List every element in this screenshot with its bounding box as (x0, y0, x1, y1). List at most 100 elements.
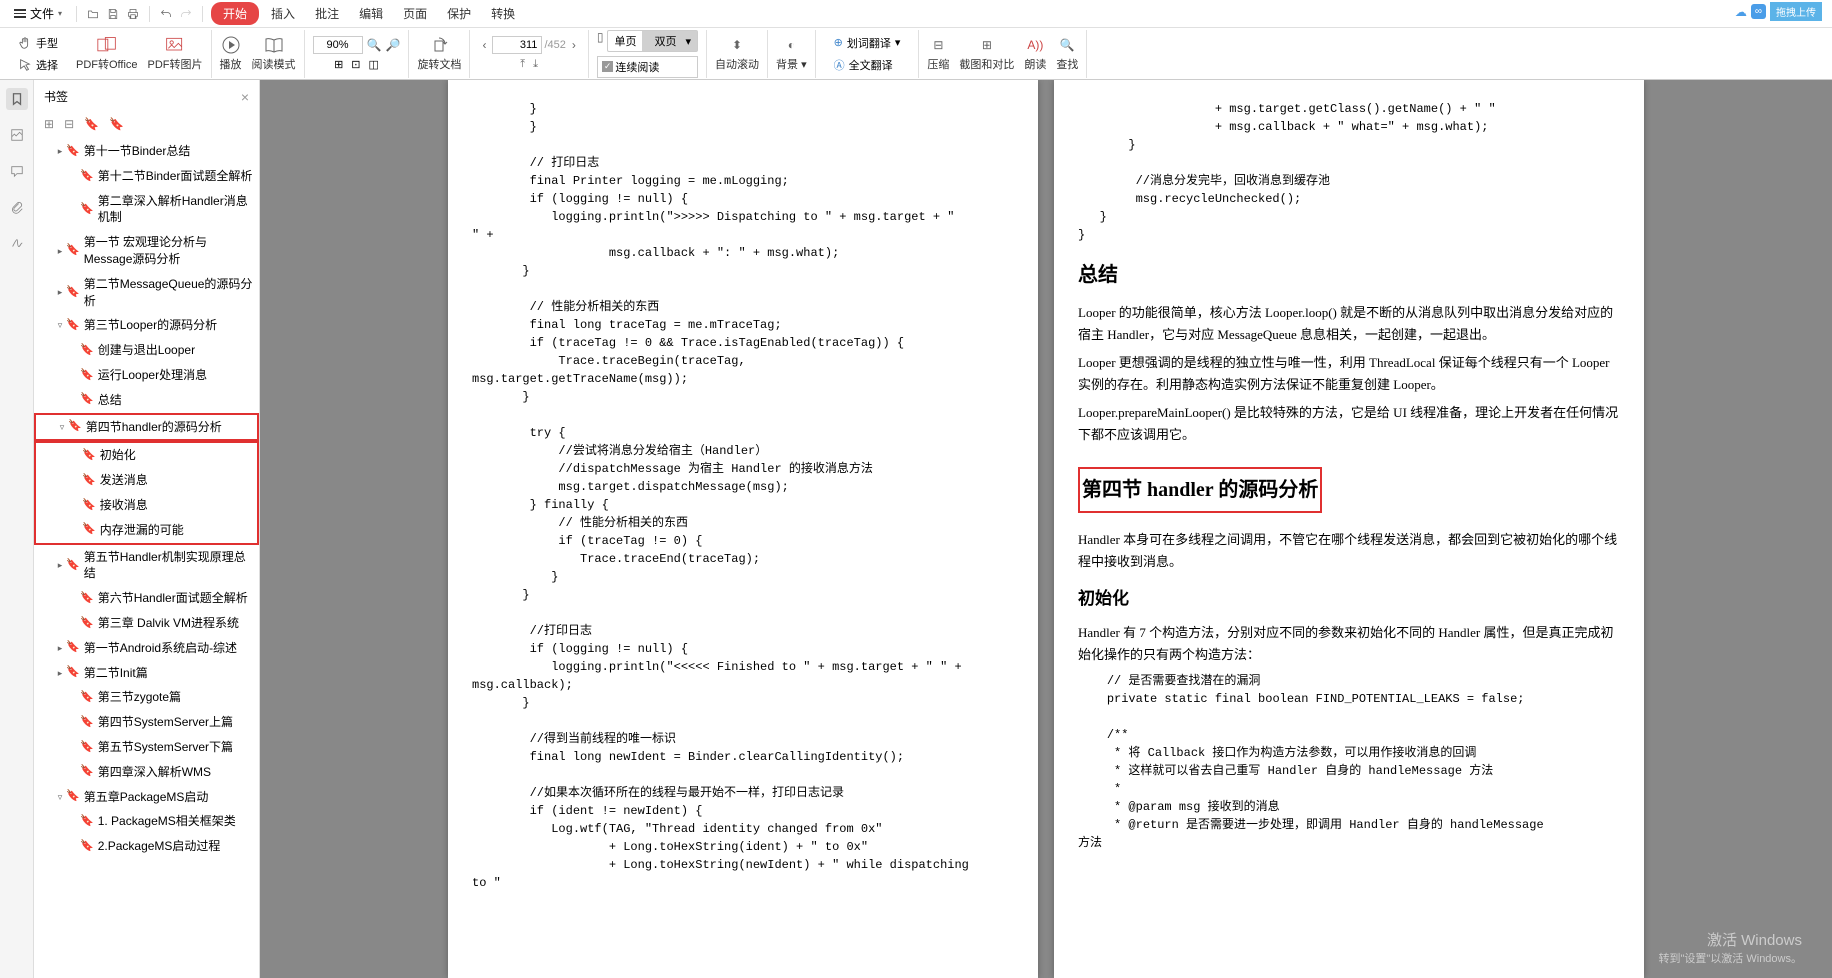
bookmark-item[interactable]: 🔖创建与退出Looper (34, 338, 259, 363)
pdf-to-image-button[interactable]: PDF转图片 (148, 35, 203, 72)
bm-tool-1[interactable]: ⊞ (44, 117, 54, 131)
menu-page[interactable]: 页面 (395, 2, 435, 25)
bookmark-item[interactable]: 🔖运行Looper处理消息 (34, 363, 259, 388)
background-button[interactable]: ◐背景 ▾ (776, 35, 807, 72)
bookmark-label: 第二章深入解析Handler消息机制 (98, 193, 255, 227)
continuous-read-toggle[interactable]: ✓连续阅读 (597, 56, 698, 78)
expand-toggle-icon[interactable]: ▿ (56, 421, 68, 434)
select-tool[interactable]: 选择 (14, 55, 62, 75)
file-menu-button[interactable]: 文件 ▾ (8, 3, 68, 24)
undo-icon[interactable] (158, 6, 174, 22)
bookmark-item[interactable]: 🔖接收消息 (36, 493, 257, 518)
page-total-label: /452 (544, 39, 565, 51)
play-button[interactable]: 播放 (220, 35, 242, 72)
expand-toggle-icon[interactable]: ▸ (54, 667, 66, 680)
prev-page-icon[interactable]: ‹ (478, 38, 490, 52)
bookmark-item[interactable]: 🔖第五节SystemServer下篇 (34, 735, 259, 760)
expand-toggle-icon[interactable]: ▿ (54, 319, 66, 332)
zoom-in-icon[interactable]: 🔎 (385, 38, 400, 52)
bookmark-item[interactable]: 🔖2.PackageMS启动过程 (34, 834, 259, 859)
bookmark-item[interactable]: 🔖第三章 Dalvik VM进程系统 (34, 611, 259, 636)
comment-tab-icon[interactable] (6, 160, 28, 182)
menu-insert[interactable]: 插入 (263, 2, 303, 25)
bookmark-item[interactable]: ▸🔖第五节Handler机制实现原理总结 (34, 545, 259, 587)
paragraph-1: Looper 的功能很简单，核心方法 Looper.loop() 就是不断的从消… (1078, 302, 1620, 346)
next-page-icon[interactable]: › (568, 38, 580, 52)
bookmark-item[interactable]: ▿🔖第三节Looper的源码分析 (34, 313, 259, 338)
save-icon[interactable] (105, 6, 121, 22)
search-icon: 🔍 (1057, 35, 1077, 55)
expand-toggle-icon[interactable]: ▿ (54, 791, 66, 804)
bookmark-item[interactable]: 🔖第四节SystemServer上篇 (34, 710, 259, 735)
signature-tab-icon[interactable] (6, 232, 28, 254)
bookmark-item[interactable]: 🔖第六节Handler面试题全解析 (34, 586, 259, 611)
bookmark-label: 第五章PackageMS启动 (84, 789, 255, 806)
redo-icon[interactable] (178, 6, 194, 22)
close-panel-icon[interactable]: × (241, 89, 249, 105)
single-page-button[interactable]: 单页 (608, 31, 642, 51)
read-mode-button[interactable]: 阅读模式 (252, 35, 296, 72)
bookmark-tools: ⊞ ⊟ 🔖 🔖 (34, 113, 259, 139)
bookmark-item[interactable]: ▿🔖第五章PackageMS启动 (34, 785, 259, 810)
pdf-office-icon (97, 35, 117, 55)
cloud-upload-badge[interactable]: ☁ ∞ 拖拽上传 (1735, 2, 1822, 21)
compress-button[interactable]: ⊟压缩 (927, 35, 949, 72)
auto-scroll-button[interactable]: ⬍自动滚动 (715, 35, 759, 72)
bookmark-item[interactable]: 🔖发送消息 (36, 468, 257, 493)
bookmark-item[interactable]: 🔖总结 (34, 388, 259, 413)
bm-tool-4[interactable]: 🔖 (109, 117, 124, 131)
bookmark-item[interactable]: 🔖第二章深入解析Handler消息机制 (34, 189, 259, 231)
bookmark-item[interactable]: ▿🔖第四节handler的源码分析 (36, 415, 257, 440)
word-translate-button[interactable]: ⊕划词翻译 ▾ (830, 33, 905, 53)
bookmark-item[interactable]: 🔖内存泄漏的可能 (36, 518, 257, 543)
first-page-icon[interactable]: ⤒ (520, 58, 525, 71)
hand-tool[interactable]: 手型 (14, 33, 62, 53)
expand-toggle-icon[interactable]: ▸ (54, 245, 66, 258)
expand-toggle-icon[interactable]: ▸ (54, 642, 66, 655)
screenshot-button[interactable]: ⊞截图和对比 (959, 35, 1014, 72)
zoom-input[interactable] (313, 36, 363, 54)
read-aloud-button[interactable]: A))朗读 (1024, 35, 1046, 72)
page-layout-icon[interactable]: ▯ (597, 30, 604, 52)
bookmark-tab-icon[interactable] (6, 88, 28, 110)
fit-width-icon[interactable]: ⊞ (334, 58, 343, 71)
menu-convert[interactable]: 转换 (483, 2, 523, 25)
menu-annotate[interactable]: 批注 (307, 2, 347, 25)
print-icon[interactable] (125, 6, 141, 22)
document-viewport[interactable]: } } // 打印日志 final Printer logging = me.m… (260, 80, 1832, 978)
zoom-out-icon[interactable]: 🔍 (367, 38, 382, 52)
actual-size-icon[interactable]: ◫ (369, 58, 379, 71)
bookmark-item[interactable]: 🔖第四章深入解析WMS (34, 760, 259, 785)
bm-tool-2[interactable]: ⊟ (64, 117, 74, 131)
double-page-button[interactable]: 双页 ▾ (642, 31, 697, 51)
bookmark-label: 第六节Handler面试题全解析 (98, 590, 255, 607)
rotate-button[interactable]: 旋转文档 (417, 35, 461, 72)
open-icon[interactable] (85, 6, 101, 22)
pdf-to-office-button[interactable]: PDF转Office (76, 35, 138, 72)
thumbnail-tab-icon[interactable] (6, 124, 28, 146)
expand-toggle-icon[interactable]: ▸ (54, 145, 66, 158)
bookmark-item[interactable]: 🔖第三节zygote篇 (34, 685, 259, 710)
bookmark-item[interactable]: ▸🔖第一节 宏观理论分析与Message源码分析 (34, 230, 259, 272)
expand-toggle-icon[interactable]: ▸ (54, 286, 66, 299)
last-page-icon[interactable]: ⤓ (533, 58, 538, 71)
bookmark-item[interactable]: ▸🔖第二节MessageQueue的源码分析 (34, 272, 259, 314)
page-number-input[interactable] (492, 36, 542, 54)
bookmark-item[interactable]: ▸🔖第一节Android系统启动-综述 (34, 636, 259, 661)
bookmark-item[interactable]: 🔖1. PackageMS相关框架类 (34, 809, 259, 834)
find-button[interactable]: 🔍查找 (1056, 35, 1078, 72)
bookmark-item[interactable]: ▸🔖第二节Init篇 (34, 661, 259, 686)
full-translate-button[interactable]: Ⓐ全文翻译 (830, 55, 905, 75)
hamburger-icon (14, 9, 26, 18)
expand-toggle-icon[interactable]: ▸ (54, 559, 66, 572)
bookmark-item[interactable]: ▸🔖第十一节Binder总结 (34, 139, 259, 164)
bookmark-item[interactable]: 🔖第十二节Binder面试题全解析 (34, 164, 259, 189)
fit-page-icon[interactable]: ⊡ (351, 58, 360, 71)
bookmark-label: 发送消息 (100, 472, 253, 489)
start-tab[interactable]: 开始 (211, 2, 259, 25)
bookmark-item[interactable]: 🔖初始化 (36, 443, 257, 468)
bm-tool-3[interactable]: 🔖 (84, 117, 99, 131)
menu-edit[interactable]: 编辑 (351, 2, 391, 25)
menu-protect[interactable]: 保护 (439, 2, 479, 25)
attachment-tab-icon[interactable] (6, 196, 28, 218)
